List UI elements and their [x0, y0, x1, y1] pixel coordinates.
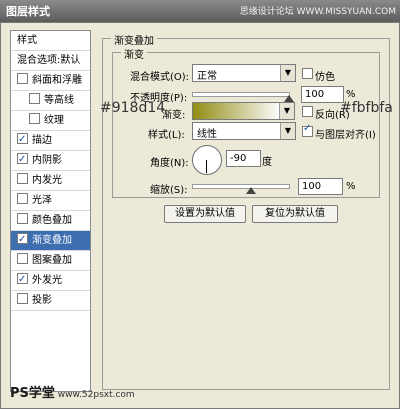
- gradient-label: 渐变:: [162, 110, 186, 121]
- styles-list: 样式 混合选项:默认 斜面和浮雕等高线纹理描边内阴影内发光光泽颜色叠加渐变叠加图…: [10, 30, 91, 392]
- style-item[interactable]: 纹理: [11, 111, 90, 131]
- style-item-checkbox[interactable]: [17, 270, 28, 289]
- blend-mode-select[interactable]: 正常 ▼: [192, 64, 296, 82]
- right-color-annotation: #fbfbfa: [340, 100, 393, 116]
- angle-dial-needle: [206, 160, 207, 173]
- dither-label: 仿色: [315, 72, 335, 83]
- style-item-label: 内发光: [32, 175, 62, 186]
- align-with-layer-checkbox[interactable]: [302, 123, 313, 137]
- opacity-input[interactable]: 100: [301, 86, 344, 103]
- style-item-label: 描边: [32, 135, 52, 146]
- style-item-label: 投影: [32, 295, 52, 306]
- style-item[interactable]: 内阴影: [11, 150, 90, 171]
- scale-input[interactable]: 100: [298, 178, 343, 195]
- style-item-checkbox[interactable]: [17, 173, 28, 184]
- chevron-down-icon: ▼: [280, 123, 295, 139]
- style-item-label: 图案叠加: [32, 255, 72, 266]
- angle-dial[interactable]: [192, 145, 222, 175]
- gradient-dropdown[interactable]: ▼: [279, 102, 295, 120]
- style-item-checkbox[interactable]: [17, 130, 28, 149]
- opacity-slider[interactable]: [192, 92, 290, 97]
- scale-slider[interactable]: [192, 184, 290, 189]
- blend-mode-value: 正常: [197, 71, 217, 82]
- footer-watermark: PS学堂 www.52psxt.com: [10, 382, 135, 401]
- opacity-unit: %: [346, 89, 356, 100]
- style-value: 线性: [197, 129, 217, 140]
- blend-options-item[interactable]: 混合选项:默认: [11, 51, 90, 71]
- styles-header[interactable]: 样式: [11, 31, 90, 51]
- reset-to-default-button[interactable]: 复位为默认值: [252, 205, 338, 223]
- style-item-label: 外发光: [32, 275, 62, 286]
- angle-unit: 度: [262, 157, 272, 168]
- style-item-checkbox[interactable]: [17, 230, 28, 249]
- align-with-layer-label: 与图层对齐(I): [315, 130, 376, 141]
- reverse-checkbox[interactable]: [302, 106, 313, 117]
- style-item[interactable]: 投影: [11, 291, 90, 311]
- angle-input[interactable]: -90: [226, 150, 261, 167]
- style-item[interactable]: 斜面和浮雕: [11, 71, 90, 91]
- style-item-checkbox[interactable]: [29, 113, 40, 124]
- scale-label: 缩放(S):: [150, 185, 188, 196]
- watermark-text: 思缘设计论坛 WWW.MISSYUAN.COM: [239, 7, 396, 17]
- angle-label: 角度(N):: [150, 158, 189, 169]
- gradient-overlay-title: 渐变叠加: [111, 32, 157, 47]
- style-item-label: 颜色叠加: [32, 215, 72, 226]
- blend-mode-label: 混合模式(O):: [130, 72, 190, 83]
- style-item[interactable]: 渐变叠加: [11, 230, 90, 251]
- footer-logo: PS学堂: [10, 386, 55, 401]
- style-item-checkbox[interactable]: [17, 293, 28, 304]
- opacity-slider-thumb[interactable]: [284, 95, 294, 102]
- style-item-label: 等高线: [44, 95, 74, 106]
- style-item[interactable]: 内发光: [11, 171, 90, 191]
- style-item-label: 内阴影: [32, 155, 62, 166]
- style-item[interactable]: 图案叠加: [11, 251, 90, 271]
- style-item[interactable]: 颜色叠加: [11, 211, 90, 231]
- style-item-label: 纹理: [44, 115, 64, 126]
- dither-checkbox[interactable]: [302, 68, 313, 79]
- style-item-checkbox[interactable]: [17, 193, 28, 204]
- left-color-annotation: #918d14: [100, 100, 166, 116]
- chevron-down-icon: ▼: [279, 103, 294, 119]
- style-select[interactable]: 线性 ▼: [192, 122, 296, 140]
- style-item-label: 斜面和浮雕: [32, 75, 82, 86]
- style-item-checkbox[interactable]: [29, 93, 40, 104]
- style-item[interactable]: 等高线: [11, 91, 90, 111]
- scale-slider-thumb[interactable]: [246, 187, 256, 194]
- style-item-checkbox[interactable]: [17, 150, 28, 169]
- make-default-button[interactable]: 设置为默认值: [164, 205, 246, 223]
- style-item[interactable]: 描边: [11, 130, 90, 151]
- style-label: 样式(L):: [148, 130, 185, 141]
- style-item[interactable]: 外发光: [11, 270, 90, 291]
- window-title: 图层样式: [6, 5, 50, 18]
- title-bar: 图层样式 思缘设计论坛 WWW.MISSYUAN.COM: [0, 0, 400, 22]
- gradient-subgroup-title: 渐变: [121, 46, 147, 61]
- chevron-down-icon: ▼: [280, 65, 295, 81]
- style-item-checkbox[interactable]: [17, 253, 28, 264]
- style-item[interactable]: 光泽: [11, 191, 90, 211]
- style-item-label: 光泽: [32, 195, 52, 206]
- style-item-checkbox[interactable]: [17, 73, 28, 84]
- scale-unit: %: [346, 181, 356, 192]
- gradient-preview[interactable]: [192, 102, 280, 120]
- style-item-label: 渐变叠加: [32, 235, 72, 246]
- footer-site: www.52psxt.com: [57, 390, 135, 400]
- style-item-checkbox[interactable]: [17, 213, 28, 224]
